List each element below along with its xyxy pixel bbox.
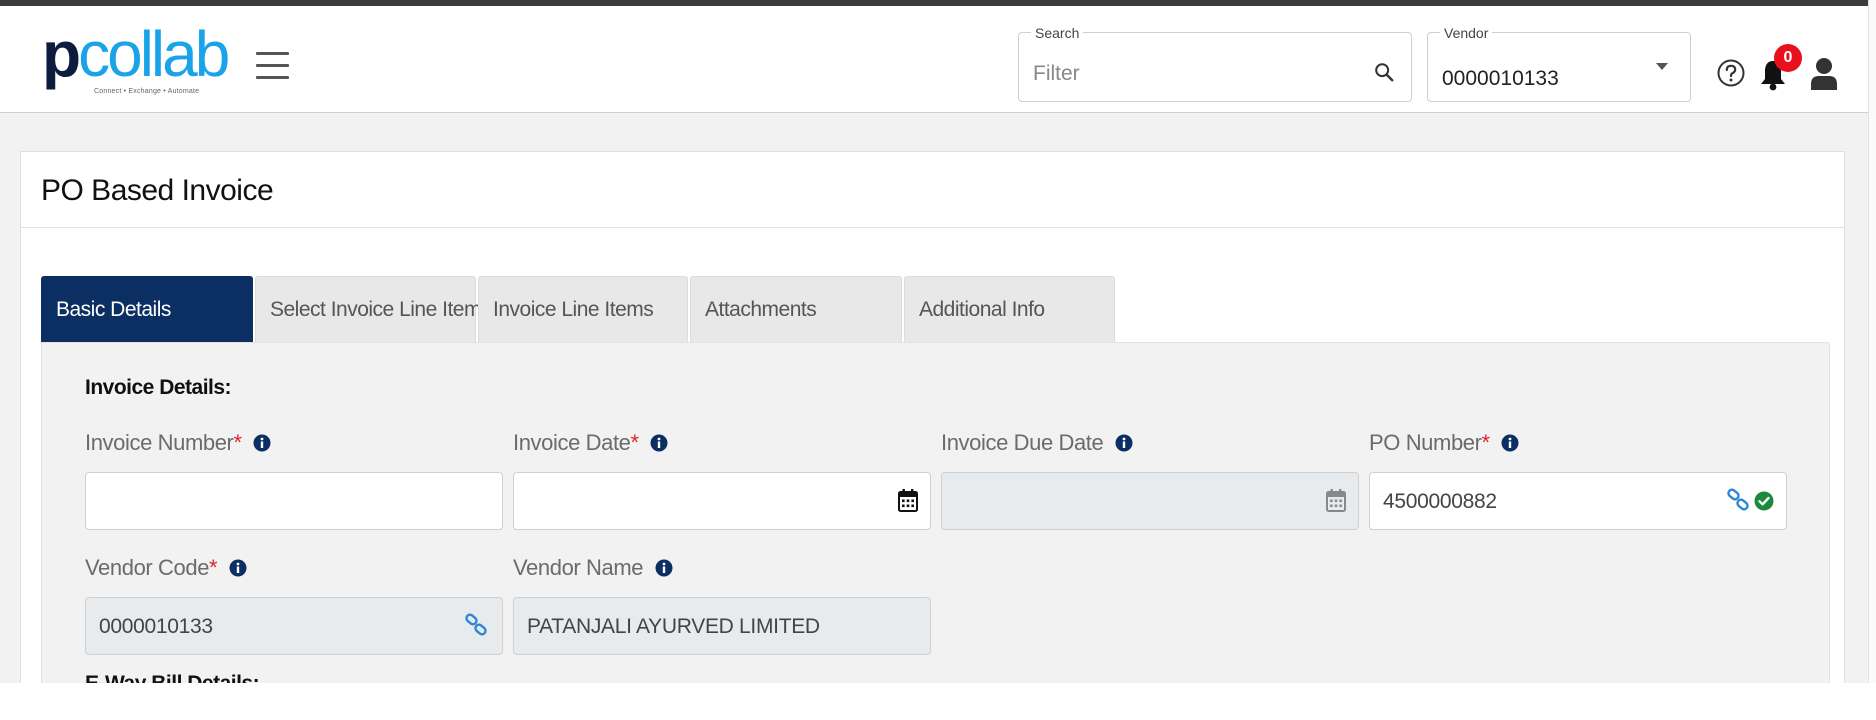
po-number-field: 4500000882 [1369,472,1787,530]
vendor-name-value: PATANJALI AYURVED LIMITED [527,615,820,638]
calendar-icon[interactable] [898,488,918,512]
calendar-icon [1326,489,1346,512]
vendor-code-label: Vendor Code* [85,555,247,581]
basic-details-panel: Invoice Details: Invoice Number* Invoice… [41,342,1830,683]
pcollab-logo[interactable]: pcollab Connect • Exchange • Automate [42,22,230,102]
vendor-name-label-text: Vendor Name [513,555,644,580]
vendor-name-label: Vendor Name [513,555,673,581]
info-icon[interactable] [253,434,271,452]
vendor-selected-value: 0000010133 [1442,67,1559,90]
search-field: Search [1018,25,1412,102]
invoice-due-date-field [941,472,1359,530]
page-title: PO Based Invoice [41,174,274,207]
required-asterisk: * [1481,430,1491,455]
invoice-number-label: Invoice Number* [85,430,271,456]
search-label: Search [1031,25,1084,41]
po-number-label-text: PO Number [1369,430,1482,455]
card-title-bar: PO Based Invoice [21,152,1844,228]
invoice-due-date-label: Invoice Due Date [941,430,1133,456]
help-icon[interactable] [1716,58,1746,88]
tab-select-invoice-line-items[interactable]: Select Invoice Line Items [255,276,491,343]
link-icon[interactable] [464,613,488,637]
invoice-due-date-label-text: Invoice Due Date [941,430,1104,455]
required-asterisk: * [209,555,218,580]
eway-bill-details-heading: E-Way Bill Details: [85,672,260,683]
page-scrollbar[interactable] [1868,0,1876,683]
invoice-number-input[interactable] [99,487,432,517]
chevron-down-icon [1656,63,1668,70]
logo-wordmark: pcollab [42,18,230,90]
tab-additional-info[interactable]: Additional Info [904,276,1115,343]
invoice-date-label-text: Invoice Date [513,430,631,455]
vendor-label: Vendor [1440,25,1493,41]
po-number-label: PO Number* [1369,430,1519,456]
invoice-number-label-text: Invoice Number [85,430,234,455]
app-viewport: pcollab Connect • Exchange • Automate Se… [0,0,1876,683]
vendor-code-field: 0000010133 [85,597,503,655]
tab-attachments[interactable]: Attachments [690,276,902,343]
hamburger-icon[interactable] [256,46,289,86]
link-icon[interactable] [1726,488,1750,512]
invoice-date-input[interactable] [527,487,860,517]
logo-tagline: Connect • Exchange • Automate [94,88,200,95]
info-icon[interactable] [1115,434,1133,452]
required-asterisk: * [233,430,242,455]
vendor-select[interactable]: Vendor 0000010133 [1427,25,1691,102]
notification-count-badge: 0 [1774,44,1802,72]
po-number-value[interactable]: 4500000882 [1383,490,1497,514]
vendor-name-field: PATANJALI AYURVED LIMITED [513,597,931,655]
invoice-date-label: Invoice Date* [513,430,668,456]
info-icon[interactable] [650,434,668,452]
app-header: pcollab Connect • Exchange • Automate Se… [0,6,1868,113]
invoice-date-field [513,472,931,530]
invoice-due-date-input [955,487,1288,517]
vendor-code-value: 0000010133 [99,615,213,638]
blank-area [0,683,1876,720]
check-circle-icon [1754,491,1774,511]
invoice-number-field [85,472,503,530]
invoice-details-heading: Invoice Details: [85,376,232,399]
tab-invoice-line-items[interactable]: Invoice Line Items [478,276,688,343]
search-input[interactable] [1033,59,1353,89]
required-asterisk: * [630,430,640,455]
invoice-card: PO Based Invoice Basic Details Select In… [20,151,1845,683]
info-icon[interactable] [655,559,673,577]
user-icon[interactable] [1808,56,1840,92]
info-icon[interactable] [1501,434,1519,452]
vendor-code-label-text: Vendor Code [85,555,210,580]
info-icon[interactable] [229,559,247,577]
tab-basic-details[interactable]: Basic Details [41,276,253,343]
search-icon[interactable] [1373,61,1395,83]
